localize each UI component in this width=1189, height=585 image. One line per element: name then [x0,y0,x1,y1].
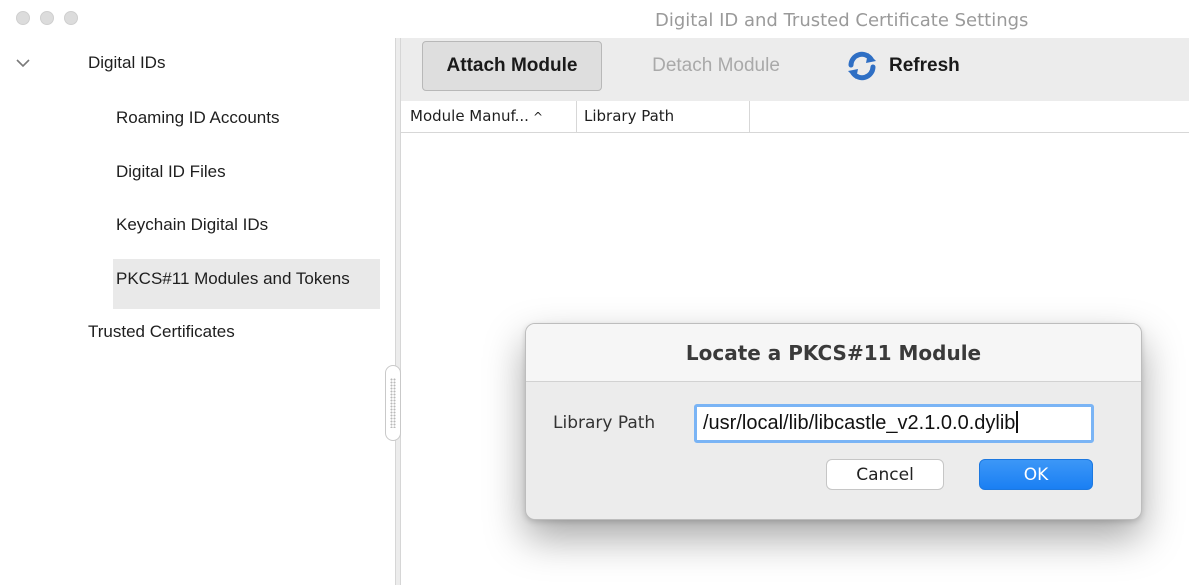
splitter-grip-handle[interactable] [385,365,401,441]
sidebar-item-trusted-certificates[interactable]: Trusted Certificates [88,322,235,342]
refresh-label: Refresh [889,55,960,76]
sidebar-item-digital-id-files[interactable]: Digital ID Files [116,162,226,182]
attach-module-button[interactable]: Attach Module [422,41,602,91]
close-window-button[interactable] [16,11,30,25]
sort-ascending-icon: ^ [532,110,544,124]
column-header-label: Module Manuf... [410,107,529,125]
sidebar-item-pkcs11-modules-and-tokens[interactable]: PKCS#11 Modules and Tokens [116,269,350,289]
detach-module-button[interactable]: Detach Module [623,41,809,91]
refresh-button[interactable]: Refresh [845,41,995,91]
chevron-down-icon[interactable] [14,56,32,70]
library-path-value: /usr/local/lib/libcastle_v2.1.0.0.dylib [703,412,1016,434]
column-divider[interactable] [576,101,577,132]
locate-module-dialog: Locate a PKCS#11 Module Library Path /us… [525,323,1142,520]
column-divider[interactable] [749,101,750,132]
sidebar-item-keychain-digital-ids[interactable]: Keychain Digital IDs [116,215,268,235]
cancel-button[interactable]: Cancel [826,459,944,490]
sidebar-tree: Digital IDs Roaming ID Accounts Digital … [0,38,396,585]
refresh-icon [848,51,876,81]
minimize-window-button[interactable] [40,11,54,25]
sidebar-item-digital-ids[interactable]: Digital IDs [88,53,165,73]
toolbar: Attach Module Detach Module Refresh [401,38,1189,101]
dialog-titlebar: Locate a PKCS#11 Module [526,324,1141,382]
library-path-label: Library Path [553,413,656,433]
window-title: Digital ID and Trusted Certificate Setti… [655,10,1029,31]
text-caret [1016,411,1019,433]
ok-button[interactable]: OK [979,459,1093,490]
grip-dots-icon [390,378,396,428]
zoom-window-button[interactable] [64,11,78,25]
window-titlebar: Digital ID and Trusted Certificate Setti… [0,0,1189,38]
column-header-module-manufacturer[interactable]: Module Manuf... ^ [410,107,543,125]
dialog-title: Locate a PKCS#11 Module [685,341,982,365]
library-path-input[interactable]: /usr/local/lib/libcastle_v2.1.0.0.dylib [694,404,1094,443]
sidebar-item-roaming-id-accounts[interactable]: Roaming ID Accounts [116,108,279,128]
table-header: Module Manuf... ^ Library Path [401,101,1189,133]
column-header-library-path[interactable]: Library Path [584,107,674,125]
